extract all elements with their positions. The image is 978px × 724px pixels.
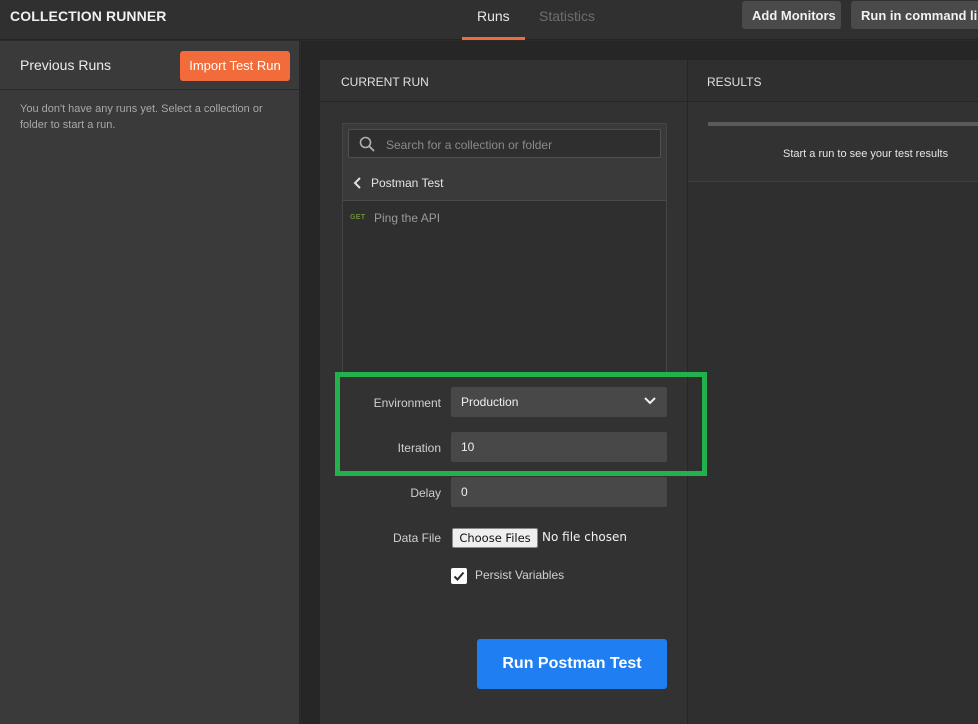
search-placeholder: Search for a collection or folder	[386, 138, 553, 152]
data-file-label: Data File	[392, 531, 441, 545]
active-tab-indicator	[462, 37, 525, 40]
delay-label: Delay	[410, 486, 441, 500]
chevron-left-icon[interactable]	[353, 176, 363, 190]
results-empty-message: Start a run to see your test results	[783, 148, 949, 160]
add-monitors-button[interactable]: Add Monitors	[742, 1, 841, 29]
highlight-annotation-box	[335, 372, 707, 476]
delay-input[interactable]: 0	[451, 477, 667, 507]
results-title: RESULTS	[707, 75, 762, 89]
collection-name[interactable]: Postman Test	[371, 176, 443, 190]
checkmark-icon	[453, 571, 465, 581]
run-in-command-line-button[interactable]: Run in command line	[851, 1, 978, 29]
tab-runs[interactable]: Runs	[477, 8, 510, 24]
import-test-run-button[interactable]: Import Test Run	[180, 51, 290, 81]
sidebar-title: Previous Runs	[20, 57, 112, 73]
results-panel: RESULTS Start a run to see your test res…	[688, 60, 978, 724]
top-bar: COLLECTION RUNNER Runs Statistics Add Mo…	[0, 0, 978, 40]
request-item[interactable]: Ping the API	[374, 211, 440, 225]
collection-browser-header: Search for a collection or folder Postma…	[343, 124, 666, 201]
search-icon	[359, 136, 375, 152]
file-status: No file chosen	[542, 530, 628, 544]
results-header: RESULTS	[688, 60, 978, 102]
request-method-badge: GET	[350, 214, 366, 221]
collection-search-input[interactable]: Search for a collection or folder	[348, 129, 661, 158]
previous-runs-sidebar: Previous Runs Import Test Run You don't …	[0, 41, 300, 724]
tab-statistics[interactable]: Statistics	[539, 8, 595, 24]
persist-variables-checkbox[interactable]	[451, 568, 467, 584]
persist-variables-label: Persist Variables	[475, 568, 565, 582]
collection-browser: Search for a collection or folder Postma…	[342, 123, 667, 375]
results-progress-bar	[708, 122, 978, 126]
current-run-header: CURRENT RUN	[320, 60, 687, 102]
no-runs-message: You don't have any runs yet. Select a co…	[20, 103, 263, 131]
app-title: COLLECTION RUNNER	[10, 8, 167, 24]
sidebar-header: Previous Runs Import Test Run	[0, 41, 299, 90]
current-run-title: CURRENT RUN	[341, 75, 429, 89]
results-empty-state: Start a run to see your test results	[688, 102, 978, 182]
run-collection-button[interactable]: Run Postman Test	[477, 639, 667, 689]
choose-files-button[interactable]: Choose Files	[452, 528, 538, 548]
